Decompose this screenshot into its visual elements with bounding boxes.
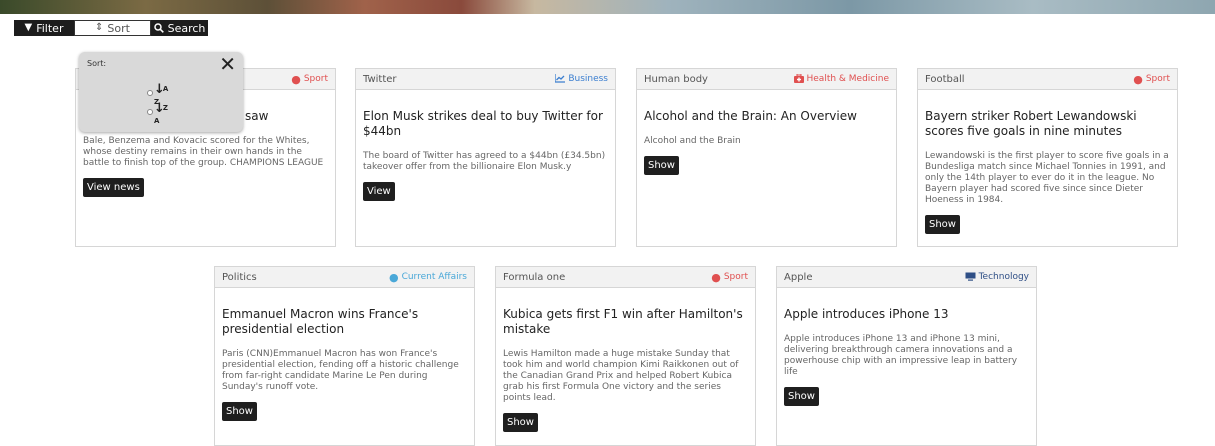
card-category: Business xyxy=(554,73,608,85)
news-card: Football ● Sport Bayern striker Robert L… xyxy=(917,68,1178,247)
card-topic: Formula one xyxy=(503,271,566,283)
search-button[interactable]: Search xyxy=(151,20,208,36)
card-text: Bale, Benzema and Kovacic scored for the… xyxy=(83,136,324,168)
news-card: Politics ● Current Affairs Emmanuel Macr… xyxy=(214,266,475,446)
filter-button[interactable]: ▼ Filter xyxy=(14,20,74,36)
card-title: Bayern striker Robert Lewandowski scores… xyxy=(925,109,1137,138)
news-card: Formula one ● Sport Kubica gets first F1… xyxy=(495,266,756,446)
globe-icon: ● xyxy=(388,270,399,284)
card-category-label: Sport xyxy=(1145,74,1170,84)
card-header: Twitter Business xyxy=(356,69,615,90)
sort-alpha-descending-icon: ↓Z A xyxy=(154,101,168,125)
card-topic: Twitter xyxy=(363,73,397,85)
filter-icon: ▼ xyxy=(24,22,33,33)
news-card: Apple Technology Apple introduces iPhone… xyxy=(776,266,1037,446)
sort-label: Sort xyxy=(107,21,130,35)
show-button[interactable]: Show xyxy=(222,402,257,421)
sort-option-descending[interactable]: ↓Z A xyxy=(147,102,168,128)
card-category-label: Business xyxy=(568,74,608,84)
card-text: Lewandowski is the first player to score… xyxy=(925,151,1169,205)
card-title: Emmanuel Macron wins France's presidenti… xyxy=(222,307,419,336)
show-button[interactable]: Show xyxy=(503,413,538,432)
view-news-button[interactable]: View news xyxy=(83,178,144,197)
card-text: Alcohol and the Brain xyxy=(644,136,741,146)
card-title: Alcohol and the Brain: An Overview xyxy=(644,109,857,123)
card-title: Kubica gets first F1 win after Hamilton'… xyxy=(503,307,743,336)
card-header: Human body Health & Medicine xyxy=(637,69,896,90)
card-title: Apple introduces iPhone 13 xyxy=(784,307,949,321)
toolbar: ▼ Filter ⇕ Sort Search xyxy=(14,20,208,36)
search-icon xyxy=(153,23,164,33)
card-topic: Politics xyxy=(222,271,257,283)
card-category: ● Sport xyxy=(1133,74,1170,85)
card-category-label: Sport xyxy=(723,272,748,282)
card-text: The board of Twitter has agreed to a $44… xyxy=(363,151,606,172)
monitor-icon xyxy=(965,272,976,283)
sport-icon: ● xyxy=(711,270,721,284)
close-icon[interactable]: ✕ xyxy=(219,54,236,74)
medical-kit-icon xyxy=(793,73,804,85)
card-header: Politics ● Current Affairs xyxy=(215,267,474,288)
card-header: Apple Technology xyxy=(777,267,1036,288)
sort-popup: Sort: ✕ ↓A Z ↓Z A xyxy=(79,52,243,132)
card-text: Paris (CNN)Emmanuel Macron has won Franc… xyxy=(222,349,459,392)
chart-line-icon xyxy=(554,73,566,85)
sport-icon: ● xyxy=(291,72,301,86)
header-banner-image xyxy=(0,0,1215,14)
card-topic: Human body xyxy=(644,73,708,85)
filter-label: Filter xyxy=(36,21,64,35)
sort-icon: ⇕ xyxy=(95,22,104,33)
card-category-label: Current Affairs xyxy=(401,272,467,282)
show-button[interactable]: Show xyxy=(784,387,819,406)
card-text: Apple introduces iPhone 13 and iPhone 13… xyxy=(784,334,1018,377)
sport-icon: ● xyxy=(1133,72,1143,86)
card-category: ● Sport xyxy=(711,272,748,283)
card-text: Lewis Hamilton made a huge mistake Sunda… xyxy=(503,349,739,403)
card-category-label: Health & Medicine xyxy=(806,74,890,84)
card-category: ● Current Affairs xyxy=(389,272,467,283)
card-topic: Apple xyxy=(784,271,813,283)
view-button[interactable]: View xyxy=(363,182,395,201)
show-button[interactable]: Show xyxy=(925,215,960,234)
sort-button[interactable]: ⇕ Sort xyxy=(74,20,151,36)
card-header: Formula one ● Sport xyxy=(496,267,755,288)
card-topic: Football xyxy=(925,73,965,85)
card-category-label: Sport xyxy=(303,74,328,84)
card-category: ● Sport xyxy=(291,74,328,85)
card-category: Health & Medicine xyxy=(793,73,890,85)
news-card: Twitter Business Elon Musk strikes deal … xyxy=(355,68,616,247)
sort-popup-title: Sort: xyxy=(87,59,107,68)
search-label: Search xyxy=(167,21,206,35)
sort-ascending-radio[interactable] xyxy=(147,90,153,96)
card-category-label: Technology xyxy=(978,272,1029,282)
show-button[interactable]: Show xyxy=(644,156,679,175)
sort-descending-radio[interactable] xyxy=(147,109,153,115)
card-category: Technology xyxy=(965,272,1029,283)
card-header: Football ● Sport xyxy=(918,69,1177,90)
news-card: Human body Health & Medicine Alcohol and… xyxy=(636,68,897,247)
card-title: Elon Musk strikes deal to buy Twitter fo… xyxy=(363,109,603,138)
